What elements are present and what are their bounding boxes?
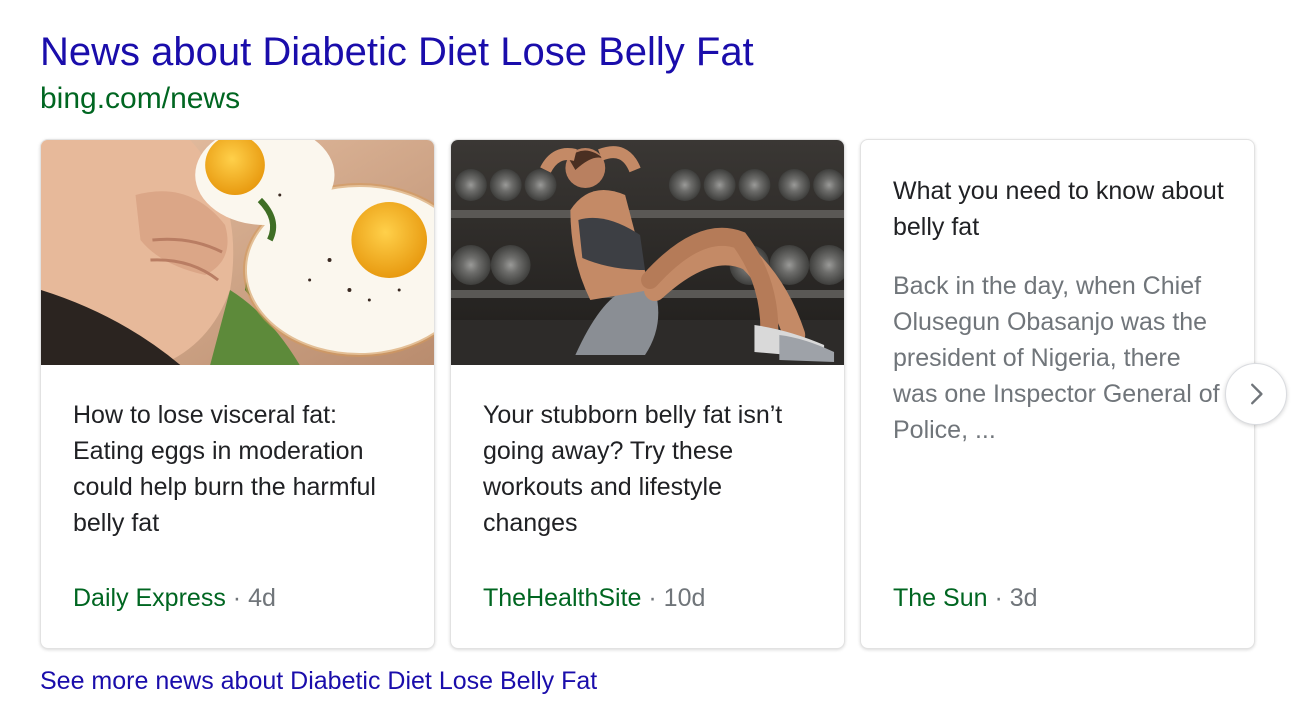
article-age: 3d [1009, 584, 1038, 612]
news-card-meta: Daily Express · 4d [73, 580, 276, 616]
news-thumbnail-eggs[interactable] [41, 140, 434, 365]
news-heading-link[interactable]: News about Diabetic Diet Lose Belly Fat [40, 28, 754, 76]
news-card-title: How to lose visceral fat: Eating eggs in… [73, 401, 376, 537]
news-card-snippet: Back in the day, when Chief Olusegun Oba… [893, 272, 1220, 444]
see-more-news-link[interactable]: See more news about Diabetic Diet Lose B… [40, 664, 597, 698]
publisher-name: The Sun [893, 584, 988, 612]
news-card-meta: TheHealthSite · 10d [483, 580, 705, 616]
meta-separator: · [994, 584, 1003, 612]
meta-separator: · [648, 584, 657, 612]
carousel-next-button[interactable] [1225, 363, 1287, 425]
news-card[interactable]: What you need to know about belly fat Ba… [860, 139, 1255, 649]
news-thumbnail-workout[interactable] [451, 140, 844, 365]
publisher-name: TheHealthSite [483, 584, 642, 612]
news-card-title: Your stubborn belly fat isn’t going away… [483, 401, 783, 537]
news-card[interactable]: How to lose visceral fat: Eating eggs in… [40, 139, 435, 649]
source-url: bing.com/news [40, 82, 241, 115]
news-card-meta: The Sun · 3d [893, 580, 1038, 616]
article-age: 4d [248, 584, 276, 612]
publisher-name: Daily Express [73, 584, 226, 612]
news-card-title: What you need to know about belly fat [893, 177, 1224, 241]
news-card[interactable]: Your stubborn belly fat isn’t going away… [450, 139, 845, 649]
article-age: 10d [663, 584, 706, 612]
chevron-right-icon [1251, 383, 1263, 405]
meta-separator: · [232, 584, 242, 612]
